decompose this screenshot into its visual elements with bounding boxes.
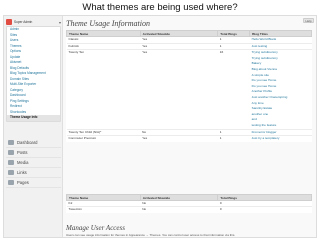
menu-item-posts[interactable]: Posts bbox=[6, 148, 61, 158]
main-menu: Dashboard Posts Media Links Pages bbox=[6, 138, 61, 188]
activated-cell: Yes bbox=[140, 36, 218, 44]
blog-title-link[interactable]: Fromerror blogger bbox=[252, 130, 310, 136]
activated-cell: No bbox=[140, 128, 218, 136]
page-title: Theme Usage Information bbox=[66, 19, 150, 28]
sidebar-item-theme-usage-info[interactable]: Theme Usage Info bbox=[7, 115, 60, 121]
activated-cell: Yes bbox=[140, 49, 218, 129]
admin-screenshot: Super Admin ▾ Admin Sites Users Themes Optio… bbox=[3, 15, 317, 238]
site-icon bbox=[6, 19, 12, 25]
total-blogs-cell: 1 bbox=[217, 42, 250, 50]
theme-name-cell: Twenty Ten Child (N/A)* bbox=[66, 128, 141, 136]
site-name: Super Admin bbox=[14, 20, 33, 24]
menu-item-dashboard[interactable]: Dashboard bbox=[6, 138, 61, 148]
slide-title: What themes are being used where? bbox=[82, 2, 238, 13]
site-switcher[interactable]: Super Admin ▾ bbox=[6, 18, 61, 26]
theme-name-cell: Kubrick bbox=[66, 42, 141, 50]
menu-item-pages[interactable]: Pages bbox=[6, 178, 61, 188]
super-admin-submenu: Admin Sites Users Themes Options Update Akisme… bbox=[6, 26, 61, 122]
help-text: Users can see usage information for them… bbox=[66, 233, 236, 237]
blog-title-link[interactable]: Just try a templatery bbox=[252, 136, 310, 142]
blog-titles-cell: Fromerror blogger bbox=[249, 128, 312, 136]
menu-item-label: Posts bbox=[17, 150, 28, 155]
theme-name-cell: Commuter Premium bbox=[66, 135, 141, 142]
blog-title-link[interactable]: Just testing bbox=[252, 44, 310, 50]
admin-sidebar: Super Admin ▾ Admin Sites Users Themes Optio… bbox=[4, 16, 63, 237]
blog-titles-cell: Just testing bbox=[249, 42, 312, 50]
blog-titles-cell: Just try a templatery bbox=[249, 135, 312, 142]
theme-name-cell: Tweetmin bbox=[66, 206, 141, 213]
theme-name-cell: Twenty Ten bbox=[66, 49, 141, 129]
menu-item-links[interactable]: Links bbox=[6, 168, 61, 178]
blog-titles-cell: Trying subdirectory Trying subdirectory Ba… bbox=[249, 49, 312, 129]
total-blogs-cell: 16 bbox=[217, 49, 250, 129]
table-row: Tweetmin No 0 bbox=[66, 206, 312, 213]
chevron-down-icon[interactable]: ▾ bbox=[59, 20, 61, 25]
activated-cell: Yes bbox=[140, 42, 218, 50]
total-blogs-cell: 1 bbox=[217, 128, 250, 136]
section-title-manage-user-access: Manage User Access bbox=[66, 224, 125, 232]
table-row: Twenty Ten Yes 16 Trying subdirectory Trying… bbox=[66, 49, 312, 129]
table-row: Commuter Premium Yes 1 Just try a templater… bbox=[66, 135, 312, 142]
table-row: Kubrick Yes 1 Just testing bbox=[66, 42, 312, 50]
menu-item-media[interactable]: Media bbox=[6, 158, 61, 168]
theme-name-cell: Classic bbox=[66, 36, 141, 44]
table-row: Twenty Ten Child (N/A)* No 1 Fromerror blog… bbox=[66, 128, 312, 136]
menu-item-label: Media bbox=[17, 160, 29, 165]
menu-item-label: Dashboard bbox=[17, 140, 38, 145]
blog-titles-cell: Hello World Blank bbox=[249, 36, 312, 44]
blog-title-link[interactable]: testing the feature bbox=[252, 123, 310, 129]
dashboard-icon bbox=[8, 140, 14, 145]
total-blogs-cell: 1 bbox=[217, 36, 250, 44]
media-icon bbox=[8, 160, 14, 165]
links-icon bbox=[8, 170, 14, 175]
activated-cell: No bbox=[140, 206, 218, 213]
posts-icon bbox=[8, 150, 14, 155]
blog-title-link[interactable]: Hello World Blank bbox=[252, 37, 310, 43]
menu-item-label: Links bbox=[17, 170, 27, 175]
table-row: Classic Yes 1 Hello World Blank bbox=[66, 36, 312, 44]
help-button[interactable]: Help bbox=[303, 18, 314, 23]
total-blogs-cell: 0 bbox=[217, 206, 312, 213]
unused-themes-table: Theme Name Activated Sitewide Total Blog… bbox=[66, 194, 312, 213]
pages-icon bbox=[8, 180, 14, 185]
main-content: Theme Usage Information Help Theme Name … bbox=[66, 16, 316, 237]
total-blogs-cell: 1 bbox=[217, 135, 250, 142]
theme-usage-table: Theme Name Activated Sitewide Total Blog… bbox=[66, 30, 312, 142]
activated-cell: Yes bbox=[140, 135, 218, 142]
menu-item-label: Pages bbox=[17, 180, 29, 185]
